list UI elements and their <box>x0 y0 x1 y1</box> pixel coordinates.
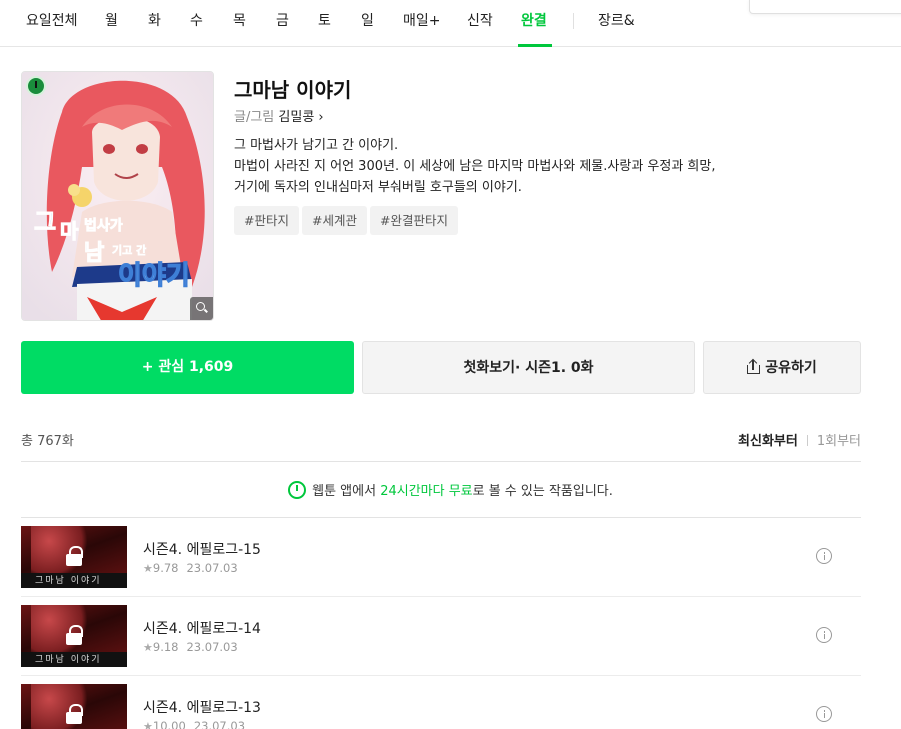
dropdown-panel-edge <box>749 0 901 14</box>
thumbnail-caption: 그마남 이야기 <box>35 576 102 586</box>
episode-date: 23.07.03 <box>193 719 246 729</box>
author-link[interactable]: 김밀콩 › <box>278 110 323 125</box>
webtoon-cover[interactable]: 그 마 법사가 남 기고 간 이야기 <box>21 71 214 321</box>
sort-options: 최신화부터 1회부터 <box>738 430 861 449</box>
description-line: 거기에 독자의 인내심마저 부숴버릴 호구들의 이야기. <box>234 180 522 195</box>
free-timer-badge-icon <box>26 76 46 96</box>
star-icon: ★ <box>143 641 153 654</box>
episode-title: 시즌4. 에필로그-13 <box>143 700 261 716</box>
tab-wednesday[interactable]: 수 <box>190 0 203 47</box>
info-icon[interactable] <box>816 706 832 722</box>
star-icon: ★ <box>143 720 153 729</box>
tab-monday[interactable]: 월 <box>105 0 118 47</box>
episode-thumbnail: 그마남 이야기 <box>21 526 127 588</box>
lock-icon <box>66 704 83 724</box>
share-icon <box>747 358 761 374</box>
episode-meta: ★10.00 23.07.03 <box>143 719 245 729</box>
episode-row[interactable]: 그마남 이야기 시즌4. 에필로그-15 ★9.78 23.07.03 <box>21 518 861 597</box>
svg-text:법사가: 법사가 <box>84 218 123 234</box>
episode-thumbnail: 그마남 이야기 <box>21 684 127 729</box>
description-line: 마법이 사라진 지 어언 300년. 이 세상에 남은 마지막 마법사와 제물.… <box>234 159 716 174</box>
share-button[interactable]: 공유하기 <box>703 341 861 394</box>
episode-title: 시즌4. 에필로그-14 <box>143 621 261 637</box>
notice-prefix: 웹툰 앱에서 <box>312 484 381 499</box>
episode-rating: 9.78 <box>152 561 179 575</box>
author-row: 글/그림 김밀콩 › <box>234 106 324 125</box>
svg-text:이야기: 이야기 <box>118 261 190 291</box>
notice-highlight: 24시간마다 무료 <box>380 484 473 499</box>
sort-latest-button[interactable]: 최신화부터 <box>738 434 798 449</box>
active-tab-underline <box>518 44 552 47</box>
svg-text:마: 마 <box>60 219 79 243</box>
episode-row[interactable]: 그마남 이야기 시즌4. 에필로그-14 ★9.18 23.07.03 <box>21 597 861 676</box>
tab-all-days[interactable]: 요일전체 <box>26 0 78 47</box>
timer-icon <box>288 481 307 499</box>
zoom-icon[interactable] <box>190 297 213 320</box>
tab-completed[interactable]: 완결 <box>521 0 547 47</box>
free-notice: 웹툰 앱에서 24시간마다 무료로 볼 수 있는 작품입니다. <box>0 480 901 499</box>
info-icon[interactable] <box>816 548 832 564</box>
info-icon[interactable] <box>816 627 832 643</box>
tag-fantasy[interactable]: #판타지 <box>234 206 299 235</box>
episode-date: 23.07.03 <box>186 561 238 575</box>
thumbnail-caption: 그마남 이야기 <box>35 655 102 665</box>
tag-worldbuilding[interactable]: #세계관 <box>302 206 367 235</box>
webtoon-title: 그마남 이야기 <box>234 78 352 102</box>
author-label: 글/그림 <box>234 110 275 125</box>
episode-meta: ★9.18 23.07.03 <box>143 640 238 654</box>
notice-suffix: 로 볼 수 있는 작품입니다. <box>472 484 613 499</box>
svg-text:남: 남 <box>84 241 104 266</box>
share-label: 공유하기 <box>765 360 817 376</box>
svg-text:그: 그 <box>34 208 56 236</box>
tab-new[interactable]: 신작 <box>467 0 493 47</box>
tab-genre[interactable]: 장르& <box>598 0 635 47</box>
episode-date: 23.07.03 <box>186 640 238 654</box>
episode-title: 시즌4. 에필로그-15 <box>143 542 261 558</box>
tab-friday[interactable]: 금 <box>276 0 289 47</box>
episode-rating: 9.18 <box>152 640 179 654</box>
first-episode-button[interactable]: 첫화보기· 시즌1. 0화 <box>362 341 695 394</box>
sort-first-button[interactable]: 1회부터 <box>817 434 861 449</box>
lock-icon <box>66 625 83 645</box>
tab-sunday[interactable]: 일 <box>361 0 374 47</box>
star-icon: ★ <box>143 562 153 575</box>
tab-saturday[interactable]: 토 <box>318 0 331 47</box>
tab-thursday[interactable]: 목 <box>233 0 246 47</box>
episode-thumbnail: 그마남 이야기 <box>21 605 127 667</box>
tab-tuesday[interactable]: 화 <box>148 0 161 47</box>
sort-divider <box>806 435 808 446</box>
tab-daily-plus[interactable]: 매일+ <box>403 0 441 47</box>
lock-icon <box>66 546 83 566</box>
tag-completed-fantasy[interactable]: #완결판타지 <box>370 206 458 235</box>
description-line: 그 마법사가 남기고 간 이야기. <box>234 138 399 153</box>
episode-rating: 10.00 <box>152 719 186 729</box>
divider <box>21 461 861 462</box>
nav-divider <box>573 13 574 29</box>
episode-row[interactable]: 그마남 이야기 시즌4. 에필로그-13 ★10.00 23.07.03 <box>21 676 861 729</box>
cover-illustration: 그 마 법사가 남 기고 간 이야기 <box>22 72 213 320</box>
episode-total: 총 767화 <box>21 434 74 449</box>
webtoon-description: 그 마법사가 남기고 간 이야기. 마법이 사라진 지 어언 300년. 이 세… <box>234 135 715 198</box>
svg-text:기고 간: 기고 간 <box>112 243 146 257</box>
favorite-button[interactable]: + 관심 1,609 <box>21 341 354 394</box>
episode-meta: ★9.78 23.07.03 <box>143 561 238 575</box>
